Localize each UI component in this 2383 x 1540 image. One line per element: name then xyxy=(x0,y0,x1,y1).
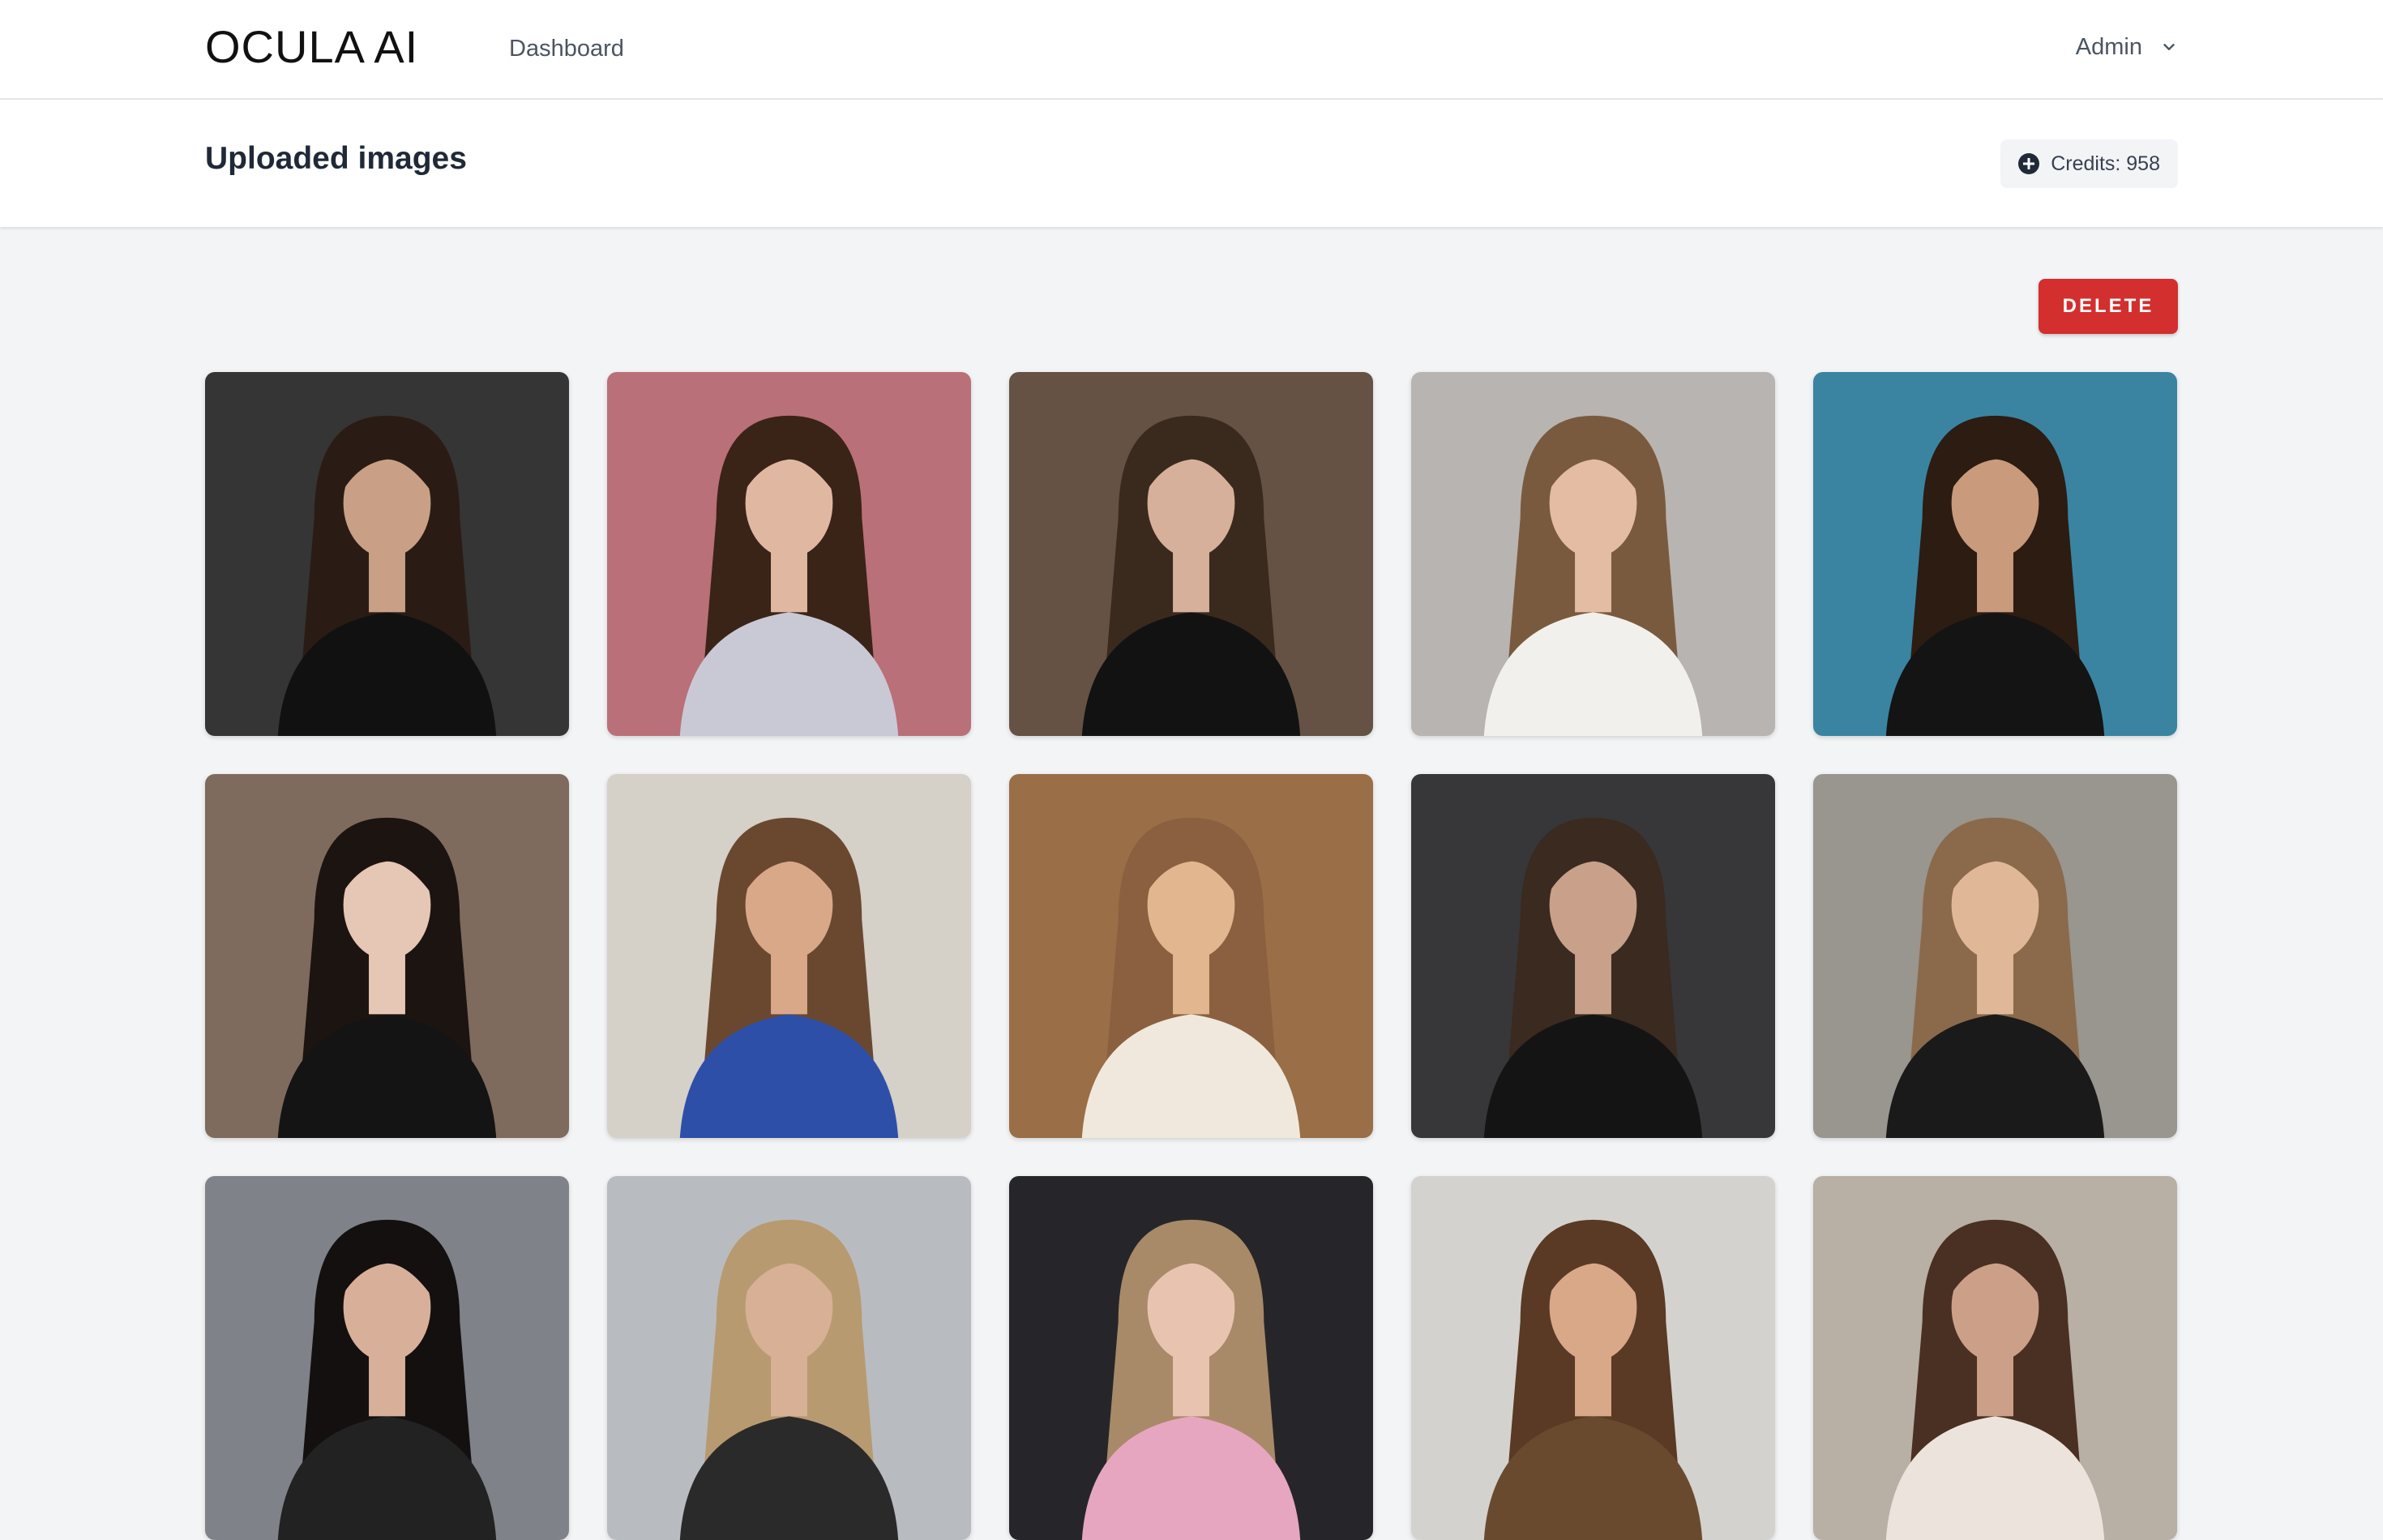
uploaded-image-8[interactable] xyxy=(1009,774,1373,1138)
uploaded-image-6[interactable] xyxy=(205,774,569,1138)
uploaded-image-14[interactable] xyxy=(1411,1176,1775,1540)
portrait-photo xyxy=(205,774,569,1138)
page-header: Uploaded images Credits: 958 xyxy=(0,100,2383,227)
portrait-photo xyxy=(1813,1176,2177,1540)
uploaded-image-11[interactable] xyxy=(205,1176,569,1540)
image-grid xyxy=(205,372,2178,1540)
plus-circle-icon xyxy=(2018,153,2040,174)
nav-link-dashboard[interactable]: Dashboard xyxy=(509,32,624,65)
portrait-photo xyxy=(1813,372,2177,736)
uploaded-image-15[interactable] xyxy=(1813,1176,2177,1540)
delete-button[interactable]: DELETE xyxy=(2039,279,2178,334)
portrait-photo xyxy=(1009,372,1373,736)
portrait-photo xyxy=(1009,1176,1373,1540)
credits-label: Credits: 958 xyxy=(2051,152,2160,175)
uploaded-image-12[interactable] xyxy=(607,1176,971,1540)
uploaded-image-2[interactable] xyxy=(607,372,971,736)
portrait-photo xyxy=(1411,372,1775,736)
credits-badge[interactable]: Credits: 958 xyxy=(2000,139,2178,188)
uploaded-image-4[interactable] xyxy=(1411,372,1775,736)
user-menu[interactable]: Admin xyxy=(2076,29,2178,65)
uploaded-image-9[interactable] xyxy=(1411,774,1775,1138)
uploaded-image-3[interactable] xyxy=(1009,372,1373,736)
uploaded-image-5[interactable] xyxy=(1813,372,2177,736)
uploaded-image-7[interactable] xyxy=(607,774,971,1138)
uploaded-image-1[interactable] xyxy=(205,372,569,736)
portrait-photo xyxy=(205,372,569,736)
uploaded-image-10[interactable] xyxy=(1813,774,2177,1138)
portrait-photo xyxy=(205,1176,569,1540)
user-name: Admin xyxy=(2075,33,2142,60)
portrait-photo xyxy=(607,372,971,736)
portrait-photo xyxy=(607,1176,971,1540)
portrait-photo xyxy=(607,774,971,1138)
portrait-photo xyxy=(1411,1176,1775,1540)
portrait-photo xyxy=(1009,774,1373,1138)
portrait-photo xyxy=(1813,774,2177,1138)
page-title: Uploaded images xyxy=(205,141,467,176)
portrait-photo xyxy=(1411,774,1775,1138)
uploaded-image-13[interactable] xyxy=(1009,1176,1373,1540)
app-logo[interactable]: OCULA AI xyxy=(205,21,418,73)
top-navigation: OCULA AI Dashboard Admin xyxy=(0,0,2383,100)
chevron-down-icon xyxy=(2163,44,2175,50)
